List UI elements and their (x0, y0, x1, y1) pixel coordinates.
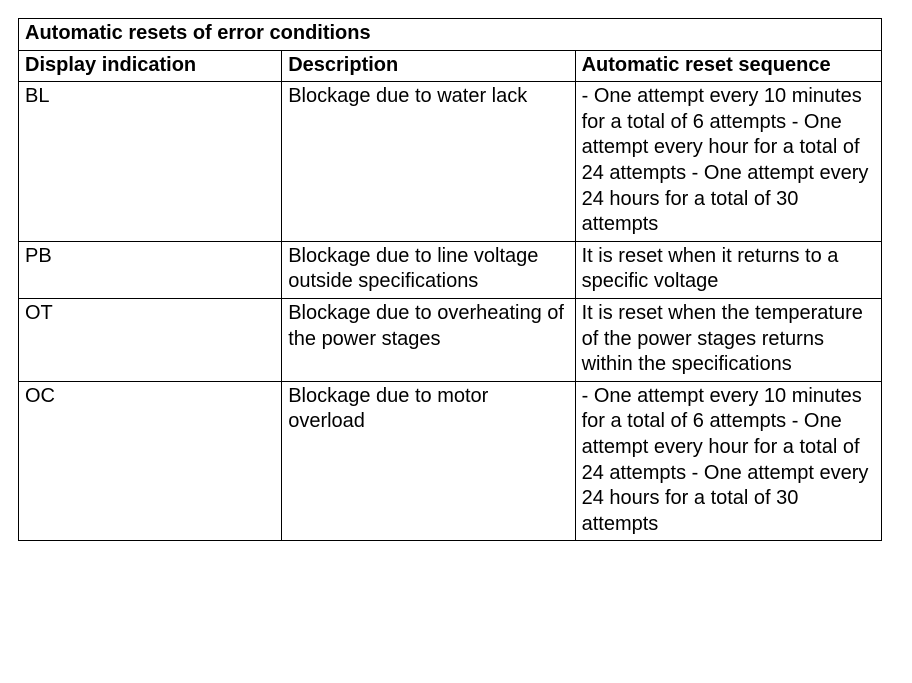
cell-code: OT (19, 298, 282, 381)
cell-description: Blockage due to overheating of the power… (282, 298, 575, 381)
cell-reset: - One attempt every 10 minutes for a tot… (575, 82, 881, 242)
cell-description: Blockage due to water lack (282, 82, 575, 242)
table-row: PB Blockage due to line voltage outside … (19, 241, 882, 298)
cell-code: OC (19, 381, 282, 541)
cell-reset: - One attempt every 10 minutes for a tot… (575, 381, 881, 541)
table-row: BL Blockage due to water lack - One atte… (19, 82, 882, 242)
cell-description: Blockage due to line voltage outside spe… (282, 241, 575, 298)
table-row: OT Blockage due to overheating of the po… (19, 298, 882, 381)
error-reset-table: Automatic resets of error conditions Dis… (18, 18, 882, 541)
cell-description: Blockage due to motor overload (282, 381, 575, 541)
cell-code: PB (19, 241, 282, 298)
cell-reset: It is reset when the temperature of the … (575, 298, 881, 381)
table-row: OC Blockage due to motor overload - One … (19, 381, 882, 541)
col-header-display-indication: Display indication (19, 50, 282, 82)
col-header-reset-sequence: Automatic reset sequence (575, 50, 881, 82)
table-title: Automatic resets of error conditions (19, 19, 882, 51)
col-header-description: Description (282, 50, 575, 82)
cell-reset: It is reset when it returns to a specifi… (575, 241, 881, 298)
cell-code: BL (19, 82, 282, 242)
